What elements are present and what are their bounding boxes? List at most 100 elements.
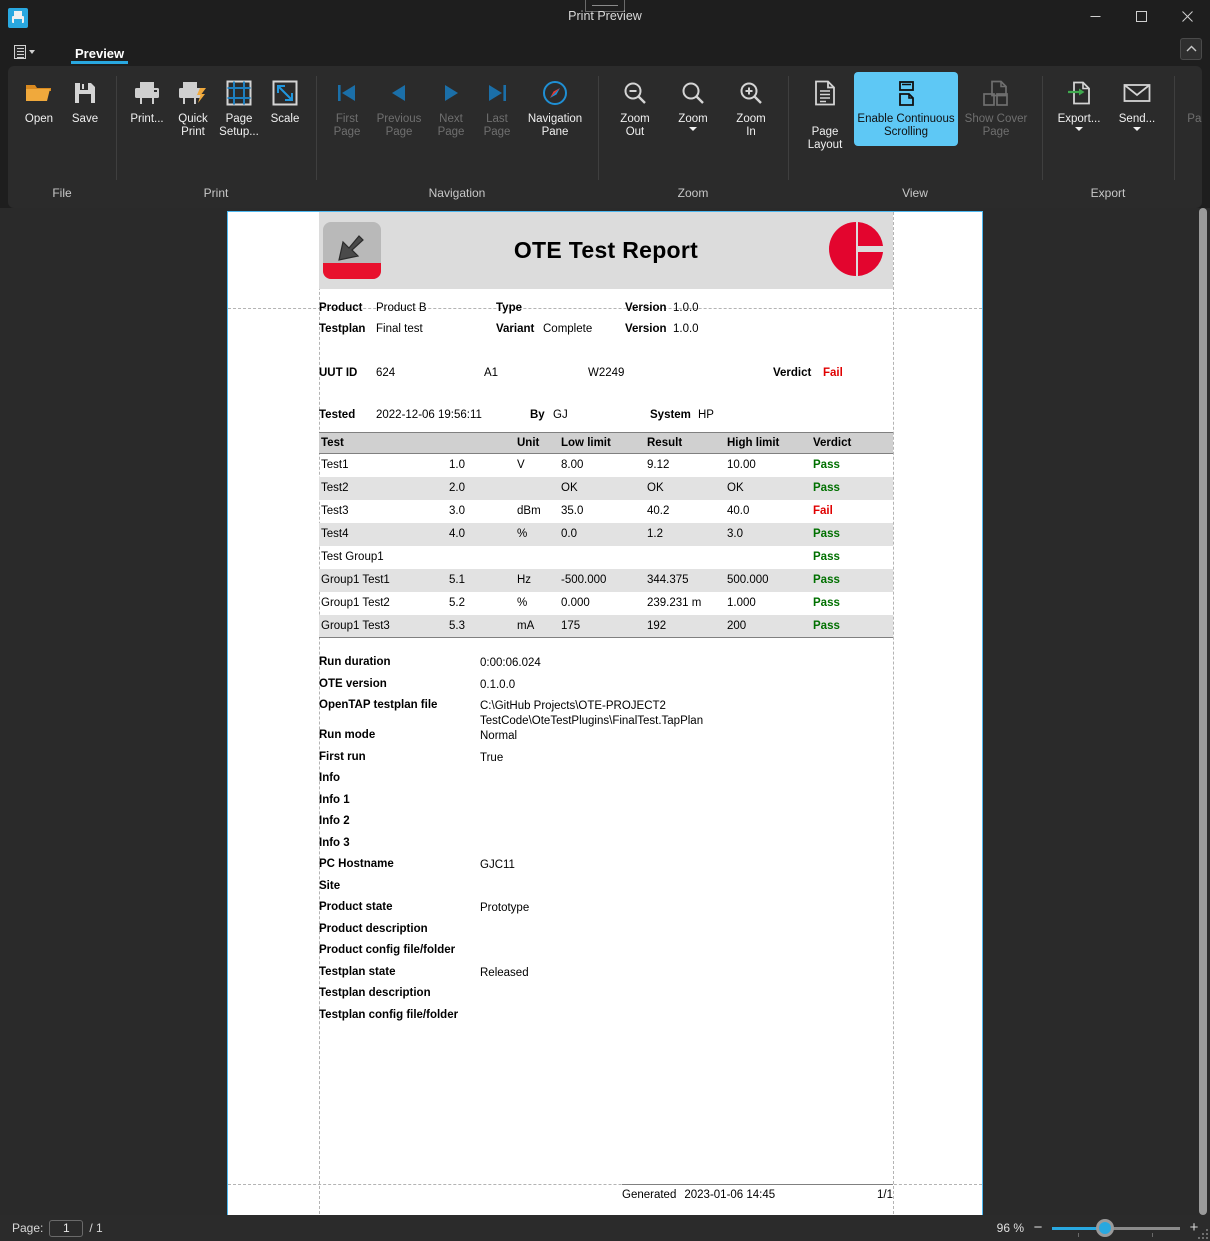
- info-value: Normal: [480, 730, 518, 742]
- next-page-button[interactable]: Next Page: [428, 72, 474, 146]
- navigation-pane-button[interactable]: Navigation Pane: [520, 72, 590, 146]
- cell-num: 2.0: [447, 476, 515, 500]
- vertical-scrollbar[interactable]: [1196, 208, 1210, 1215]
- info-value: 0:00:06.024: [480, 657, 541, 669]
- margin-guide-right: [893, 212, 894, 1215]
- cell-verdict: Pass: [813, 597, 840, 609]
- report-info-list: Run duration 0:00:06.024 OTE version 0.1.0.…: [319, 656, 893, 1030]
- version2-key: Version: [625, 323, 667, 335]
- parameters-button[interactable]: ? Parameters: [1182, 72, 1202, 146]
- cell-high: 500.000: [725, 568, 811, 592]
- meta-row-product: Product Product B Type Version 1.0.0: [319, 302, 893, 323]
- print-button[interactable]: Print...: [124, 72, 170, 146]
- report-footer: Generated 2023-01-06 14:45 1/1: [622, 1184, 893, 1201]
- export-button[interactable]: Export...: [1050, 72, 1108, 146]
- show-cover-page-button[interactable]: Show Cover Page: [958, 72, 1034, 146]
- zoom-out-button[interactable]: Zoom Out: [606, 72, 664, 146]
- info-value: GJC11: [480, 859, 515, 871]
- zoom-slider[interactable]: [1052, 1219, 1180, 1237]
- tested-key: Tested: [319, 409, 356, 421]
- test-results-table: Test Unit Low limit Result High limit Ve…: [319, 432, 893, 638]
- send-button[interactable]: Send...: [1108, 72, 1166, 146]
- save-button[interactable]: Save: [62, 72, 108, 146]
- ribbon-group-print: Print... Quick Print Page Setup... Scale…: [116, 66, 316, 208]
- floppy-disk-icon: [73, 76, 97, 110]
- zoom-in-button[interactable]: Zoom In: [722, 72, 780, 146]
- info-key: OpenTAP testplan file: [319, 699, 438, 711]
- cell-high: 40.0: [727, 505, 750, 517]
- zoom-dropdown-button[interactable]: Zoom: [664, 72, 722, 146]
- quick-print-button[interactable]: Quick Print: [170, 72, 216, 146]
- cell-high: [725, 546, 811, 569]
- window-drag-handle[interactable]: [585, 0, 625, 12]
- generated-date: 2023-01-06 14:45: [684, 1189, 776, 1201]
- cell-low: 35.0: [561, 505, 584, 517]
- quick-print-label: Quick Print: [178, 113, 208, 138]
- save-label: Save: [71, 113, 99, 125]
- uutid-batch: W2249: [588, 367, 625, 379]
- page-setup-label: Page Setup...: [219, 113, 259, 138]
- first-page-button[interactable]: First Page: [324, 72, 370, 146]
- next-page-icon: [440, 76, 462, 110]
- printer-icon: [133, 76, 161, 110]
- cell-low: 0.000: [561, 597, 590, 609]
- document-icon[interactable]: [10, 43, 39, 61]
- cell-low: 8.00: [561, 459, 584, 472]
- verdict-key: Verdict: [773, 367, 812, 379]
- cell-name: Test Group1: [321, 551, 384, 563]
- page-layout-button[interactable]: Page Layout: [796, 72, 854, 167]
- chevron-down-icon: [29, 50, 35, 54]
- info-key: PC Hostname: [319, 858, 394, 870]
- zoom-slider-knob[interactable]: [1096, 1219, 1114, 1237]
- minimize-icon[interactable]: [1072, 0, 1118, 32]
- cell-low: 0.0: [559, 522, 645, 546]
- open-button[interactable]: Open: [16, 72, 62, 146]
- scrollbar-thumb[interactable]: [1199, 208, 1207, 1215]
- zoom-out-icon: [622, 76, 648, 110]
- cell-verdict: Pass: [811, 476, 893, 500]
- page-total-label: / 1: [89, 1221, 103, 1235]
- table-row: Test4 4.0% 0.0 1.2 3.0 Pass: [319, 522, 893, 546]
- scale-button[interactable]: Scale: [262, 72, 308, 146]
- cell-name: Test2: [319, 476, 447, 500]
- info-key: Run mode: [319, 729, 376, 741]
- last-page-button[interactable]: Last Page: [474, 72, 520, 146]
- navigation-pane-label: Navigation Pane: [527, 113, 583, 138]
- info-row: First run True: [319, 751, 893, 773]
- resize-grip[interactable]: [1196, 1227, 1208, 1239]
- cell-verdict: Pass: [811, 614, 893, 638]
- preview-canvas[interactable]: OTE Test Report Product Product B Type V…: [0, 208, 1210, 1215]
- variant-value: Complete: [543, 323, 593, 335]
- info-value: Prototype: [480, 902, 530, 914]
- info-key: First run: [319, 750, 366, 763]
- page-setup-button[interactable]: Page Setup...: [216, 72, 262, 146]
- zoom-out-button[interactable]: −: [1032, 1220, 1044, 1235]
- enable-continuous-scrolling-button[interactable]: Enable Continuous Scrolling: [854, 72, 958, 146]
- chevron-up-icon[interactable]: [1180, 38, 1202, 60]
- cell-res: 239.231 m: [647, 597, 702, 609]
- th-result: Result: [645, 432, 725, 454]
- info-row: Testplan state Released: [319, 966, 893, 988]
- info-row: Site: [319, 880, 893, 902]
- info-row: Run duration 0:00:06.024: [319, 656, 893, 678]
- table-row: Group1 Test1 5.1 Hz -500.000 344.375 500.000 P…: [319, 568, 893, 592]
- maximize-icon[interactable]: [1118, 0, 1164, 32]
- info-key: Site: [319, 879, 341, 892]
- cell-name: Test3: [321, 505, 349, 517]
- tab-active-indicator: [71, 61, 129, 64]
- previous-page-button[interactable]: Previous Page: [370, 72, 428, 146]
- tab-preview[interactable]: Preview: [67, 38, 132, 66]
- zoom-in-icon: [738, 76, 764, 110]
- version2-value: 1.0.0: [673, 323, 699, 335]
- cell-verdict: Fail: [813, 505, 833, 517]
- cell-num: 5.3: [447, 614, 515, 638]
- page-input[interactable]: [49, 1219, 84, 1237]
- info-key: Info 3: [319, 836, 350, 849]
- envelope-icon: [1123, 76, 1151, 110]
- info-value: Released: [480, 966, 529, 979]
- scale-label: Scale: [270, 113, 300, 125]
- zoom-icon: [680, 76, 706, 110]
- version-value: 1.0.0: [673, 302, 699, 314]
- close-icon[interactable]: [1164, 0, 1210, 32]
- type-key: Type: [496, 302, 522, 314]
